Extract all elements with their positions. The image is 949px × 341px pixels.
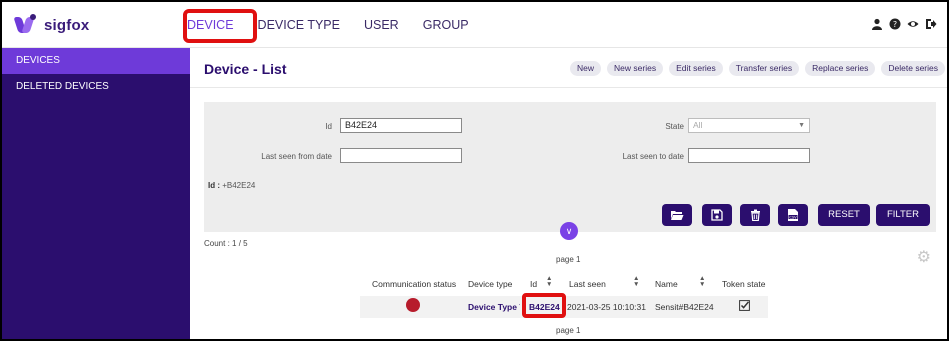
communication-status-indicator <box>406 298 420 312</box>
reset-button[interactable]: RESET <box>818 204 870 226</box>
sort-last-seen-icon[interactable]: ▲ ▼ <box>633 275 639 288</box>
id-label: Id <box>325 122 332 131</box>
sort-id-icon[interactable]: ▲ ▼ <box>546 275 552 288</box>
folder-open-icon <box>671 211 684 220</box>
filter-summary: Id : +B42E24 <box>208 181 255 190</box>
device-id-highlight-annotation <box>522 293 566 318</box>
gear-icon[interactable]: ⚙ <box>917 247 931 267</box>
nav-device-highlight-annotation <box>183 9 257 43</box>
pagination-top: page 1 <box>556 255 581 264</box>
col-token-state[interactable]: Token state <box>722 279 765 295</box>
id-input[interactable]: B42E24 <box>340 118 462 133</box>
brand-name: sigfox <box>44 16 90 34</box>
chevron-down-icon: ∨ <box>565 226 573 236</box>
state-select[interactable]: All ▼ <box>688 118 810 133</box>
col-device-type[interactable]: Device type <box>468 279 512 295</box>
state-select-value: All <box>693 120 703 130</box>
help-icon[interactable]: ? <box>889 18 901 30</box>
nav-user[interactable]: USER <box>364 18 399 32</box>
filter-summary-key: Id : <box>208 181 220 190</box>
svg-text:CSV: CSV <box>789 215 797 219</box>
last-seen-from-input[interactable] <box>340 148 462 163</box>
col-last-seen[interactable]: Last seen <box>569 279 606 295</box>
clear-filter-button[interactable] <box>740 204 770 226</box>
page-title: Device - List <box>204 61 287 77</box>
device-name-value: Sensit#B42E24 <box>655 302 714 312</box>
delete-series-button[interactable]: Delete series <box>881 61 945 76</box>
nav-device-type[interactable]: DEVICE TYPE <box>258 18 340 32</box>
last-seen-from-label: Last seen from date <box>261 152 332 161</box>
transfer-series-button[interactable]: Transfer series <box>728 61 800 76</box>
filter-button[interactable]: FILTER <box>876 204 930 226</box>
replace-series-button[interactable]: Replace series <box>805 61 876 76</box>
action-buttons: New New series Edit series Transfer seri… <box>570 61 945 76</box>
csv-icon: CSV <box>788 209 798 221</box>
logout-icon[interactable] <box>925 18 937 30</box>
open-button[interactable] <box>662 204 692 226</box>
last-seen-value: 2021-03-25 10:10:31 <box>567 302 646 312</box>
app-window: sigfox DEVICE DEVICE TYPE USER GROUP ? D… <box>0 0 949 341</box>
export-csv-button[interactable]: CSV <box>778 204 808 226</box>
last-seen-to-label: Last seen to date <box>622 152 684 161</box>
state-label: State <box>665 122 684 131</box>
filter-panel: Id B42E24 Last seen from date State All … <box>204 102 936 232</box>
pagination-bottom: page 1 <box>556 326 581 335</box>
page-header: Device - List New New series Edit series… <box>190 48 947 88</box>
save-filter-button[interactable] <box>702 204 732 226</box>
user-icon[interactable] <box>871 18 883 30</box>
sidebar-item-deleted-devices[interactable]: DELETED DEVICES <box>2 74 190 100</box>
edit-series-button[interactable]: Edit series <box>669 61 723 76</box>
main-content: Device - List New New series Edit series… <box>190 48 947 339</box>
sort-name-icon[interactable]: ▲ ▼ <box>699 275 705 288</box>
brand-logo[interactable]: sigfox <box>13 14 90 36</box>
new-button[interactable]: New <box>570 61 602 76</box>
filter-summary-value: +B42E24 <box>220 181 256 190</box>
sidebar: DEVICES DELETED DEVICES <box>2 48 190 339</box>
last-seen-to-input[interactable] <box>688 148 810 163</box>
chevron-down-icon: ▼ <box>798 122 805 129</box>
top-icons: ? <box>871 18 937 30</box>
col-communication-status[interactable]: Communication status <box>372 279 456 295</box>
trash-icon <box>750 209 760 221</box>
col-name[interactable]: Name <box>655 279 678 295</box>
eye-icon[interactable] <box>907 18 919 30</box>
collapse-filter-toggle[interactable]: ∨ <box>560 222 578 240</box>
result-count: Count : 1 / 5 <box>204 239 248 248</box>
new-series-button[interactable]: New series <box>607 61 664 76</box>
device-type-link[interactable]: Device Type Y <box>468 302 520 312</box>
token-state-checked-icon <box>739 300 750 313</box>
save-icon <box>711 209 723 221</box>
top-bar: sigfox DEVICE DEVICE TYPE USER GROUP ? <box>2 2 947 48</box>
sidebar-item-devices[interactable]: DEVICES <box>2 48 190 74</box>
sigfox-logo-icon <box>13 14 38 36</box>
nav-group[interactable]: GROUP <box>423 18 469 32</box>
svg-text:?: ? <box>893 20 897 29</box>
